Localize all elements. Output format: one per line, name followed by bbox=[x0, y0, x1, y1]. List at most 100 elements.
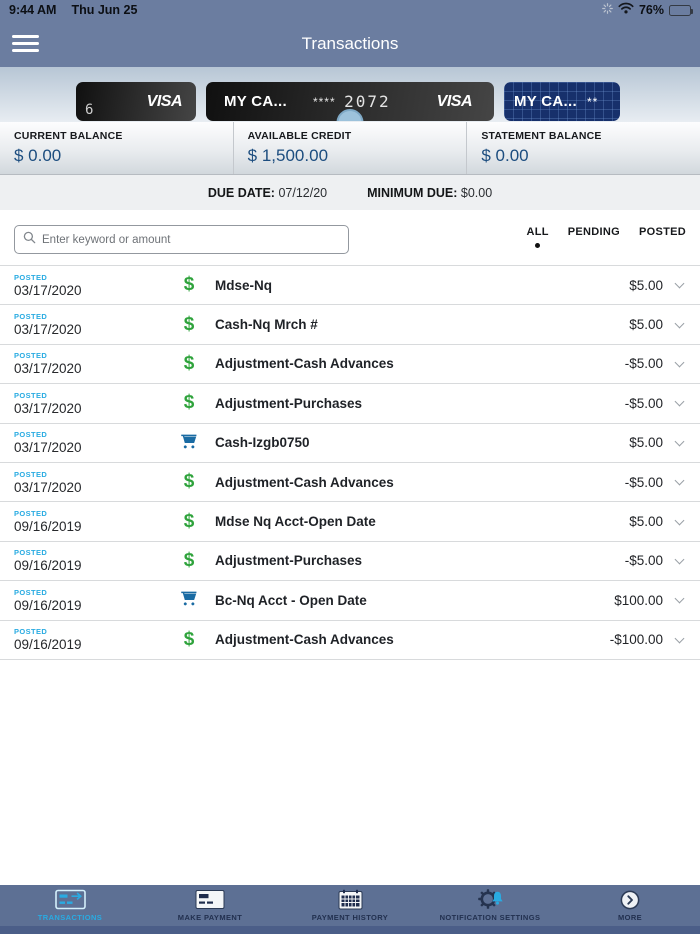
transaction-date: 03/17/2020 bbox=[14, 440, 82, 456]
transaction-meta: POSTED 03/17/2020 bbox=[14, 312, 174, 337]
transaction-icon: $ bbox=[174, 274, 204, 296]
search-row: ALL PENDING POSTED bbox=[0, 210, 700, 265]
chevron-down-icon[interactable] bbox=[674, 475, 685, 486]
minimum-due: MINIMUM DUE: $0.00 bbox=[367, 186, 492, 200]
transaction-meta: POSTED 03/17/2020 bbox=[14, 351, 174, 376]
chevron-down-icon[interactable] bbox=[674, 357, 685, 368]
nav-label: NOTIFICATION SETTINGS bbox=[439, 913, 541, 922]
transaction-meta: POSTED 09/16/2019 bbox=[14, 509, 174, 534]
chevron-down-icon[interactable] bbox=[674, 396, 685, 407]
chevron-down-icon[interactable] bbox=[674, 515, 685, 525]
table-row[interactable]: POSTED 09/16/2019 $ Adjustment-Purchases… bbox=[0, 541, 700, 582]
table-row[interactable]: POSTED 03/17/2020 $ Adjustment-Purchases… bbox=[0, 384, 700, 424]
transaction-name: Adjustment-Cash Advances bbox=[215, 632, 394, 648]
chevron-down-icon[interactable] bbox=[674, 318, 685, 329]
credit-card-right[interactable]: MY CA... ** bbox=[504, 82, 620, 121]
search-box[interactable] bbox=[14, 225, 349, 254]
circle-chevron-icon bbox=[620, 889, 640, 910]
visa-logo: VISA bbox=[146, 92, 183, 110]
transaction-list: POSTED 03/17/2020 $ Mdse-Nq $5.00 POSTED… bbox=[0, 265, 700, 660]
transaction-amount: -$5.00 bbox=[624, 395, 663, 411]
search-input[interactable] bbox=[42, 233, 340, 246]
status-bar-right: 76% bbox=[602, 1, 693, 19]
chevron-down-icon[interactable] bbox=[674, 593, 685, 604]
transaction-status: POSTED bbox=[14, 272, 48, 282]
dollar-icon: $ bbox=[183, 471, 195, 493]
nav-label: PAYMENT HISTORY bbox=[311, 913, 389, 922]
nav-item-notification-settings[interactable]: NOTIFICATION SETTINGS bbox=[420, 885, 560, 926]
filter-all[interactable]: ALL bbox=[526, 226, 548, 248]
card-digit: 6 bbox=[85, 102, 94, 118]
filter-posted[interactable]: POSTED bbox=[639, 226, 686, 248]
transaction-icon: $ bbox=[174, 314, 204, 336]
nav-item-make-payment[interactable]: MAKE PAYMENT bbox=[140, 885, 280, 926]
transaction-status: POSTED bbox=[14, 509, 48, 519]
table-row[interactable]: POSTED 03/17/2020 $ Mdse-Nq $5.00 bbox=[0, 266, 700, 306]
transaction-icon: $ bbox=[174, 550, 204, 572]
battery-percent: 76% bbox=[638, 3, 664, 17]
page-title: Transactions bbox=[301, 34, 399, 53]
account-summary: CURRENT BALANCE $ 0.00 AVAILABLE CREDIT … bbox=[0, 122, 700, 175]
minimum-due-label: MINIMUM DUE: bbox=[367, 185, 458, 200]
available-credit-value: $ 1,500.00 bbox=[247, 146, 329, 165]
dollar-icon: $ bbox=[183, 549, 195, 571]
table-row[interactable]: POSTED 03/17/2020 $ Cash-Izgb0750 $5.00 bbox=[0, 423, 700, 463]
gear-bell-icon bbox=[478, 889, 503, 910]
table-row[interactable]: POSTED 03/17/2020 $ Cash-Nq Mrch # $5.00 bbox=[0, 305, 700, 345]
chevron-down-icon[interactable] bbox=[674, 436, 685, 447]
sync-spinner-icon bbox=[602, 1, 613, 19]
header: Transactions bbox=[0, 20, 700, 67]
app-screen: 9:44 AM Thu Jun 25 76% Transactions 6 VI… bbox=[0, 0, 700, 934]
transaction-status: POSTED bbox=[14, 351, 48, 361]
transaction-date: 09/16/2019 bbox=[14, 558, 82, 574]
table-row[interactable]: POSTED 03/17/2020 $ Adjustment-Cash Adva… bbox=[0, 462, 700, 503]
transaction-date: 09/16/2019 bbox=[14, 519, 82, 535]
visa-logo: VISA bbox=[436, 92, 473, 110]
due-date: DUE DATE: 07/12/20 bbox=[208, 186, 327, 200]
credit-card-selected[interactable]: MY CA... **** 2072 VISA bbox=[206, 82, 494, 121]
filter-pending[interactable]: PENDING bbox=[568, 226, 620, 248]
due-date-value: 07/12/20 bbox=[278, 185, 328, 200]
transaction-date: 03/17/2020 bbox=[14, 400, 82, 416]
table-row[interactable]: POSTED 03/17/2020 $ Adjustment-Cash Adva… bbox=[0, 344, 700, 385]
available-credit: AVAILABLE CREDIT $ 1,500.00 bbox=[232, 122, 467, 174]
statement-balance-value: $ 0.00 bbox=[481, 146, 529, 165]
transaction-icon: $ bbox=[174, 629, 204, 651]
table-row[interactable]: POSTED 09/16/2019 $ Bc-Nq Acct - Open Da… bbox=[0, 581, 700, 621]
chevron-down-icon[interactable] bbox=[674, 278, 685, 289]
table-row[interactable]: POSTED 09/16/2019 $ Mdse Nq Acct-Open Da… bbox=[0, 502, 700, 542]
chevron-down-icon[interactable] bbox=[674, 633, 685, 644]
card-name: MY CA... bbox=[224, 93, 287, 110]
dollar-icon: $ bbox=[183, 628, 195, 650]
transaction-status: POSTED bbox=[14, 469, 48, 479]
transaction-date: 03/17/2020 bbox=[14, 479, 82, 495]
transaction-meta: POSTED 03/17/2020 bbox=[14, 430, 174, 455]
transaction-date: 03/17/2020 bbox=[14, 282, 82, 298]
nav-item-more[interactable]: MORE bbox=[560, 885, 700, 926]
nav-label: MORE bbox=[617, 913, 643, 922]
transaction-amount: -$5.00 bbox=[624, 553, 663, 569]
transaction-icon: $ bbox=[174, 511, 204, 533]
available-credit-label: AVAILABLE CREDIT bbox=[247, 130, 352, 142]
dollar-icon: $ bbox=[183, 352, 195, 374]
transaction-status: POSTED bbox=[14, 548, 48, 558]
chevron-down-icon[interactable] bbox=[674, 554, 685, 565]
transaction-name: Bc-Nq Acct - Open Date bbox=[215, 592, 367, 608]
transaction-meta: POSTED 03/17/2020 bbox=[14, 273, 174, 298]
table-row[interactable]: POSTED 09/16/2019 $ Adjustment-Cash Adva… bbox=[0, 620, 700, 660]
nav-item-payment-history[interactable]: PAYMENT HISTORY bbox=[280, 885, 420, 926]
cart-icon bbox=[179, 431, 199, 455]
statement-balance-label: STATEMENT BALANCE bbox=[481, 130, 602, 142]
current-balance: CURRENT BALANCE $ 0.00 bbox=[0, 122, 233, 174]
statement-balance: STATEMENT BALANCE $ 0.00 bbox=[466, 122, 700, 174]
transaction-name: Adjustment-Purchases bbox=[215, 395, 363, 411]
transaction-date: 03/17/2020 bbox=[14, 322, 82, 338]
credit-card-left[interactable]: 6 VISA bbox=[76, 82, 196, 121]
transaction-icon: $ bbox=[174, 431, 204, 455]
transaction-amount: $100.00 bbox=[614, 592, 663, 608]
active-filter-dot bbox=[535, 243, 541, 248]
transaction-date: 09/16/2019 bbox=[14, 637, 82, 653]
transaction-status: POSTED bbox=[14, 430, 48, 440]
transaction-name: Mdse Nq Acct-Open Date bbox=[215, 514, 376, 530]
nav-item-transactions[interactable]: TRANSACTIONS bbox=[0, 885, 140, 926]
